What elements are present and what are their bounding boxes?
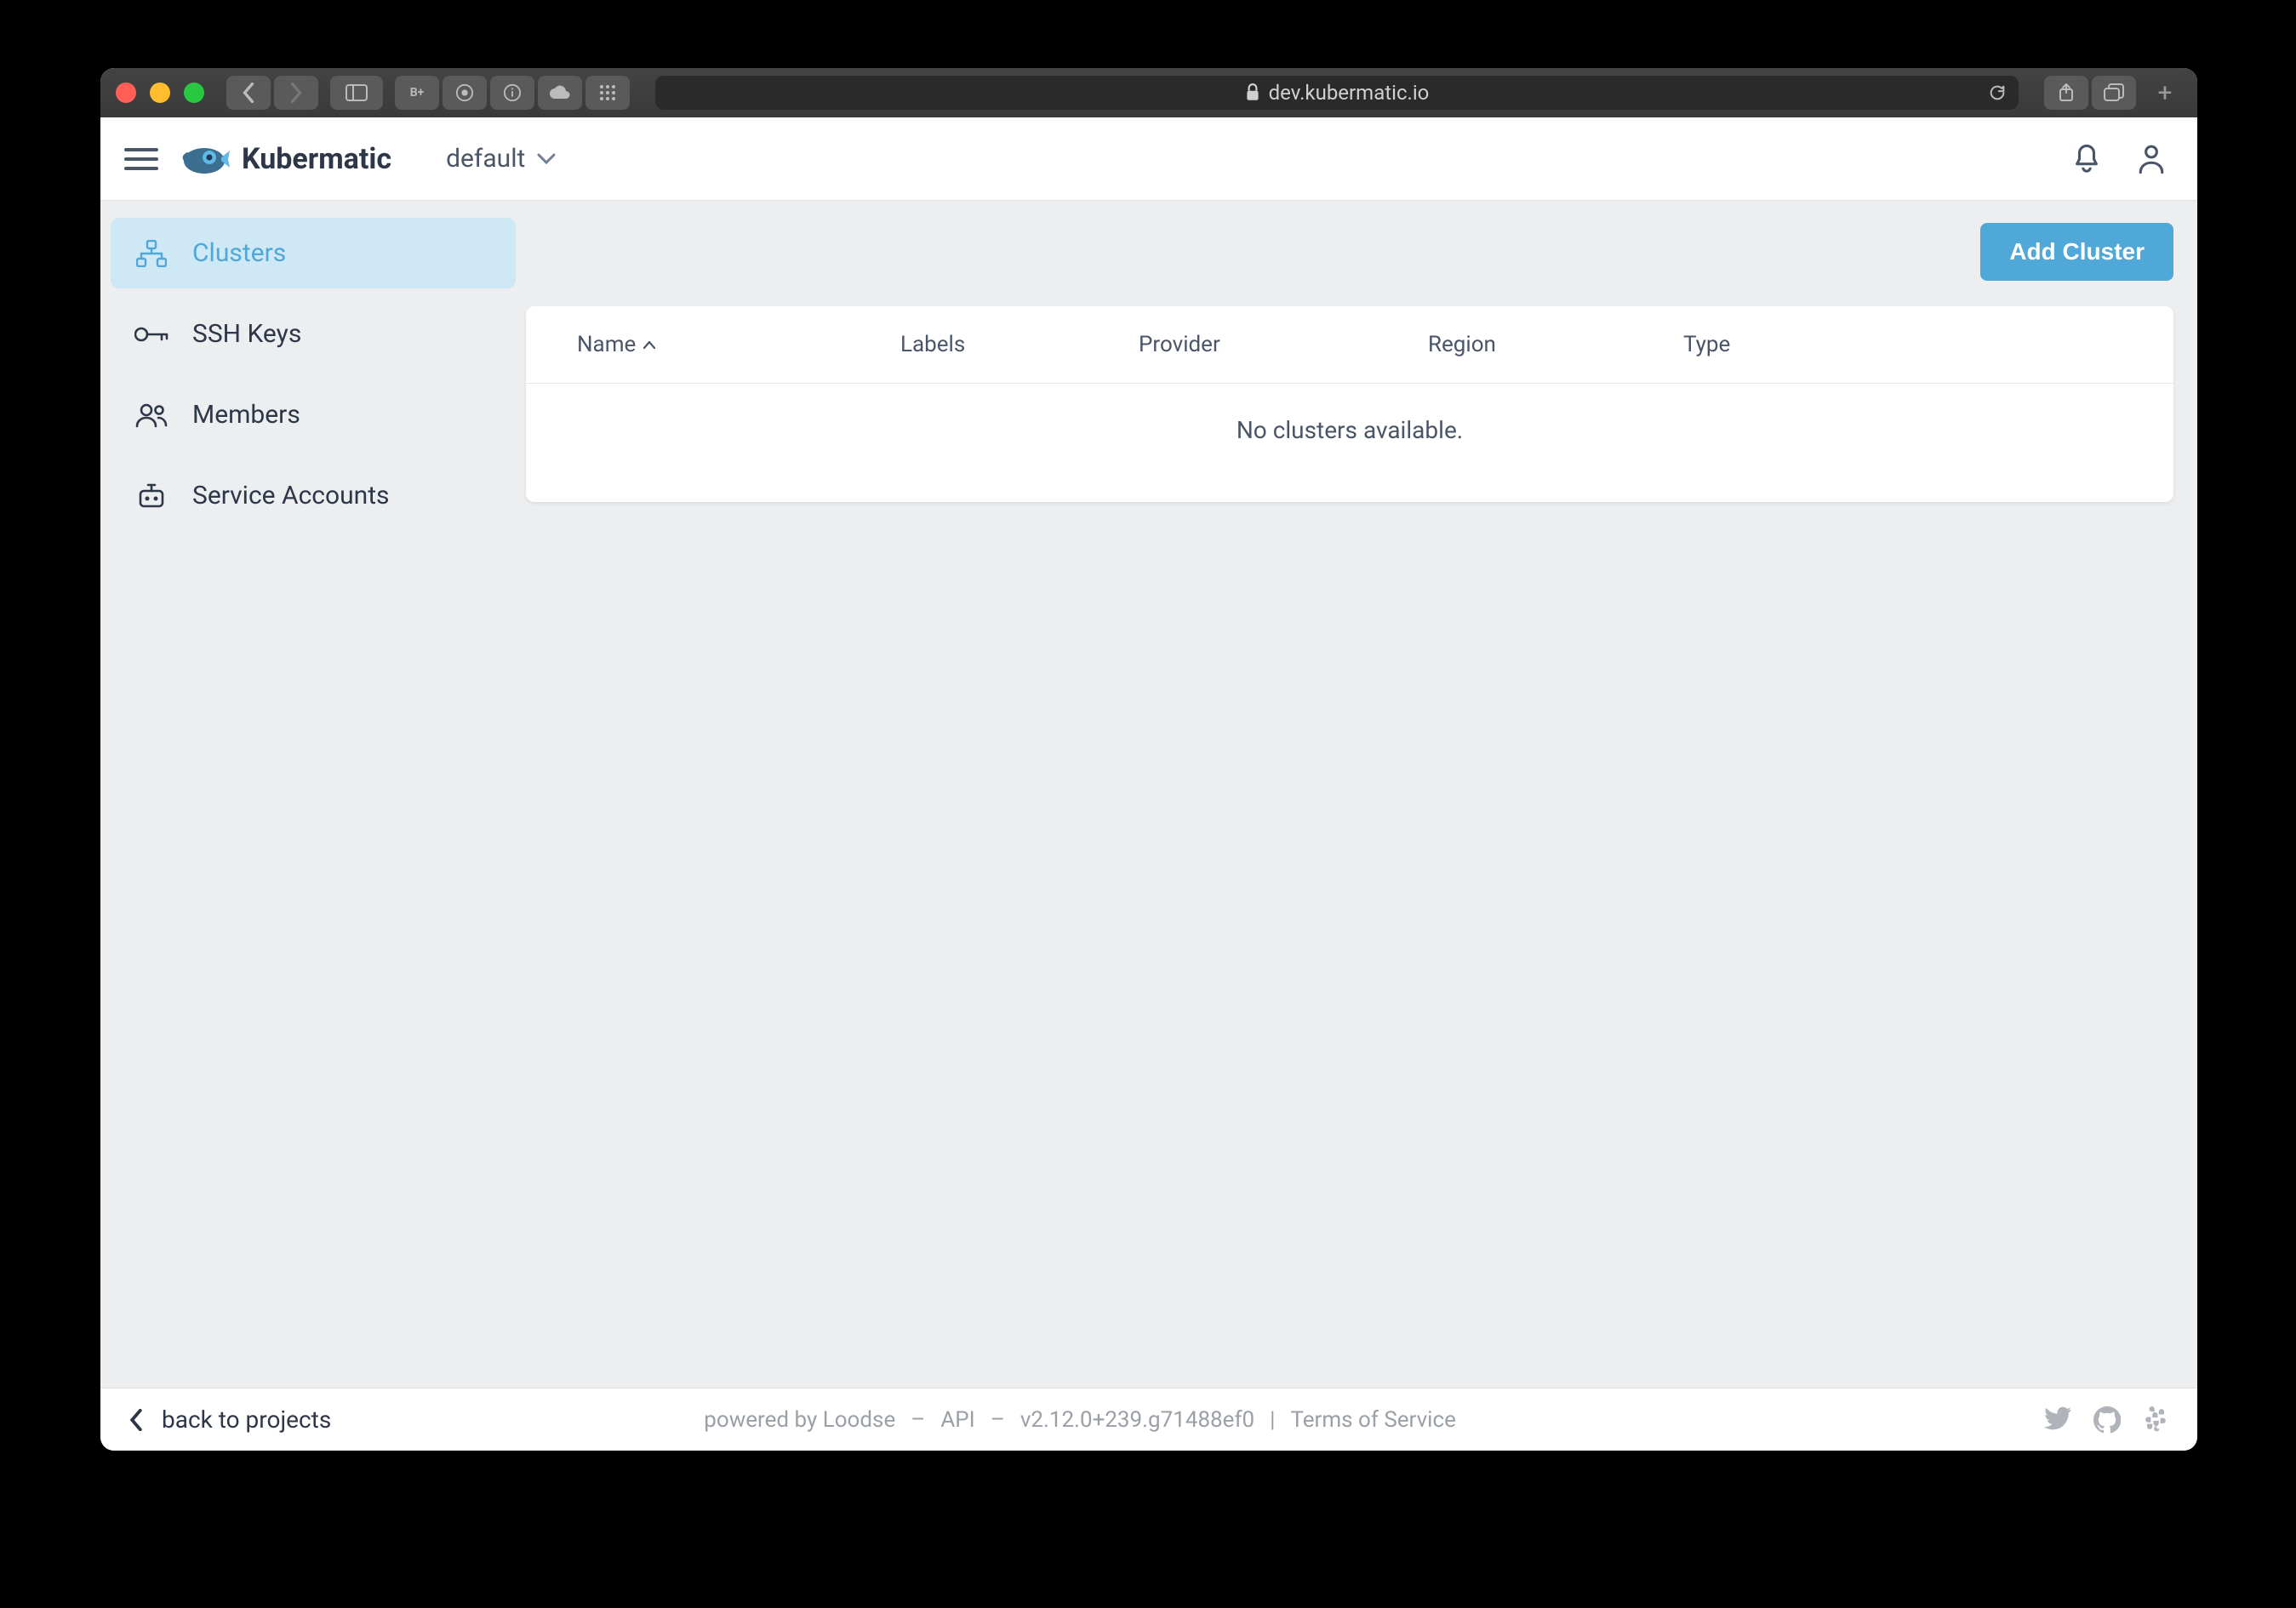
extension-cloud-icon[interactable] (538, 76, 582, 110)
add-cluster-button[interactable]: Add Cluster (1980, 223, 2173, 281)
footer-tos-link[interactable]: Terms of Service (1290, 1407, 1455, 1433)
window-controls (116, 83, 204, 103)
app-footer: back to projects powered by Loodse – API… (100, 1388, 2197, 1451)
menu-toggle-button[interactable] (124, 142, 158, 176)
sidebar-item-service-accounts[interactable]: Service Accounts (111, 460, 516, 531)
kubermatic-logo-icon (179, 139, 230, 180)
chevron-left-icon (129, 1409, 143, 1431)
table-header: Name Labels Provider Region Type (526, 306, 2173, 384)
notifications-button[interactable] (2065, 137, 2109, 181)
footer-separator: | (1270, 1407, 1275, 1433)
sidebar-item-clusters[interactable]: Clusters (111, 218, 516, 288)
project-selector[interactable]: default (446, 144, 556, 174)
sidebar-item-members[interactable]: Members (111, 379, 516, 450)
empty-state-message: No clusters available. (526, 384, 2173, 502)
sidebar-item-label: SSH Keys (192, 319, 301, 349)
extension-info-icon[interactable] (490, 76, 534, 110)
twitter-link[interactable] (2044, 1406, 2071, 1434)
footer-separator: – (991, 1407, 1005, 1433)
user-icon (2137, 143, 2166, 175)
browser-titlebar: B+ dev.kubermatic.io (100, 68, 2197, 117)
browser-window: B+ dev.kubermatic.io (100, 68, 2197, 1451)
twitter-icon (2044, 1406, 2071, 1430)
account-button[interactable] (2129, 137, 2173, 181)
column-header-labels[interactable]: Labels (900, 332, 1139, 357)
key-icon (134, 325, 168, 344)
github-icon (2093, 1406, 2121, 1434)
brand[interactable]: Kubermatic (179, 139, 391, 180)
app-header: Kubermatic default (100, 117, 2197, 201)
sidebar-item-label: Members (192, 400, 300, 430)
bell-icon (2072, 143, 2101, 175)
tabs-button[interactable] (2092, 76, 2136, 110)
address-bar[interactable]: dev.kubermatic.io (655, 76, 2019, 110)
sidebar-item-ssh-keys[interactable]: SSH Keys (111, 299, 516, 369)
new-tab-button[interactable]: + (2148, 78, 2182, 108)
footer-powered-by: powered by Loodse (704, 1407, 895, 1433)
github-link[interactable] (2093, 1406, 2121, 1434)
sidebar-toggle-button[interactable] (330, 76, 383, 110)
column-header-region[interactable]: Region (1428, 332, 1683, 357)
nav-forward-button[interactable] (274, 76, 318, 110)
footer-separator: – (911, 1407, 925, 1433)
project-selector-value: default (446, 144, 525, 174)
column-header-provider[interactable]: Provider (1139, 332, 1428, 357)
people-icon (134, 402, 168, 428)
lock-icon (1245, 83, 1260, 102)
extension-badge-icon[interactable]: B+ (395, 76, 439, 110)
sidebar: Clusters SSH Keys Members Service Accoun… (100, 201, 526, 1388)
clusters-table: Name Labels Provider Region Type No clus… (526, 306, 2173, 502)
back-to-projects-link[interactable]: back to projects (129, 1406, 331, 1434)
maximize-window-button[interactable] (184, 83, 204, 103)
slack-icon (2143, 1406, 2168, 1432)
share-button[interactable] (2044, 76, 2088, 110)
address-bar-text: dev.kubermatic.io (1269, 81, 1430, 105)
column-header-type[interactable]: Type (1683, 332, 2122, 357)
chevron-down-icon (537, 153, 556, 165)
close-window-button[interactable] (116, 83, 136, 103)
slack-link[interactable] (2143, 1406, 2168, 1434)
column-header-name[interactable]: Name (577, 332, 900, 357)
app-body: Clusters SSH Keys Members Service Accoun… (100, 201, 2197, 1388)
robot-icon (134, 482, 168, 510)
main-content: Add Cluster Name Labels Provider Region … (526, 201, 2197, 1388)
minimize-window-button[interactable] (150, 83, 170, 103)
nav-back-button[interactable] (226, 76, 271, 110)
extension-shield-icon[interactable] (443, 76, 487, 110)
reload-button[interactable] (1988, 83, 2007, 102)
footer-api-link[interactable]: API (940, 1407, 974, 1433)
sitemap-icon (134, 240, 168, 267)
extension-grid-icon[interactable] (585, 76, 630, 110)
footer-version: v2.12.0+239.g71488ef0 (1020, 1407, 1254, 1433)
brand-name: Kubermatic (242, 142, 391, 176)
sidebar-item-label: Clusters (192, 238, 286, 268)
sort-asc-icon (643, 339, 656, 350)
sidebar-item-label: Service Accounts (192, 481, 390, 510)
